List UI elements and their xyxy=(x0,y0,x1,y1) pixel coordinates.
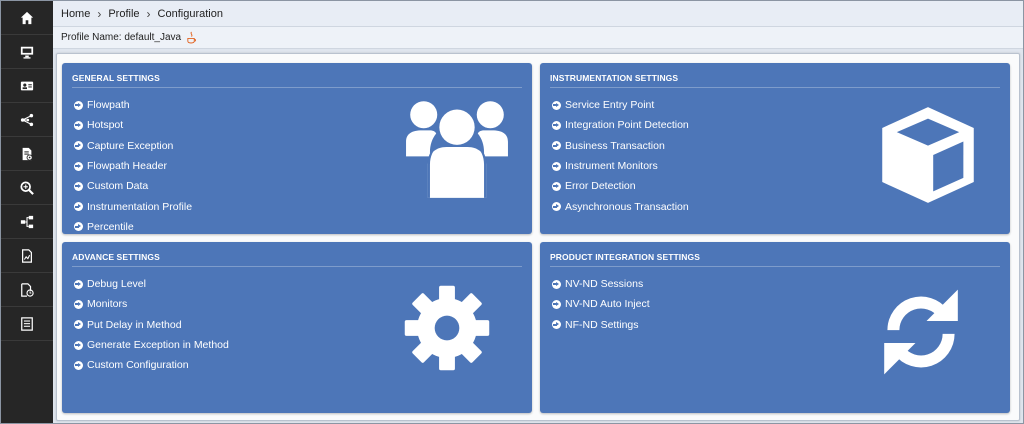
sidebar-item-id-card[interactable] xyxy=(1,69,53,103)
sidebar-item-file-clock[interactable] xyxy=(1,273,53,307)
network-icon xyxy=(20,113,34,127)
link-nf-nd-settings[interactable]: NF-ND Settings xyxy=(552,315,650,335)
general-settings-list: Flowpath Hotspot Capture Exception Flowp… xyxy=(74,95,192,237)
instrumentation-settings-title: INSTRUMENTATION SETTINGS xyxy=(550,73,1000,88)
document-list-icon xyxy=(20,316,34,331)
advance-settings-card: ADVANCE SETTINGS Debug Level Monitors Pu… xyxy=(62,242,532,413)
link-capture-exception[interactable]: Capture Exception xyxy=(74,136,192,156)
arrow-circle-right-icon xyxy=(74,279,83,289)
link-service-entry-point[interactable]: Service Entry Point xyxy=(552,95,689,115)
breadcrumb: Home › Profile › Configuration xyxy=(53,1,1023,27)
sidebar-item-report[interactable] xyxy=(1,239,53,273)
arrow-circle-right-icon xyxy=(552,202,561,212)
advance-settings-title: ADVANCE SETTINGS xyxy=(72,252,522,267)
monitor-icon xyxy=(20,45,34,59)
link-error-detection[interactable]: Error Detection xyxy=(552,176,689,196)
link-custom-configuration[interactable]: Custom Configuration xyxy=(74,355,229,375)
breadcrumb-home[interactable]: Home xyxy=(61,8,90,20)
arrow-circle-right-icon xyxy=(74,360,83,370)
cube-icon xyxy=(882,107,974,203)
link-flowpath-header[interactable]: Flowpath Header xyxy=(74,156,192,176)
file-clock-icon xyxy=(20,282,34,297)
product-integration-settings-card: PRODUCT INTEGRATION SETTINGS NV-ND Sessi… xyxy=(540,242,1010,413)
arrow-circle-right-icon xyxy=(74,320,83,330)
sidebar-item-network[interactable] xyxy=(1,103,53,137)
users-group-icon xyxy=(406,101,508,198)
instrumentation-settings-list: Service Entry Point Integration Point De… xyxy=(552,95,689,217)
search-zoom-icon xyxy=(20,180,34,195)
sidebar-item-document-list[interactable] xyxy=(1,307,53,341)
sidebar-item-home[interactable] xyxy=(1,1,53,35)
id-card-icon xyxy=(20,79,34,93)
link-custom-data[interactable]: Custom Data xyxy=(74,176,192,196)
breadcrumb-profile[interactable]: Profile xyxy=(108,8,139,20)
chevron-right-icon: › xyxy=(97,6,102,21)
profile-name-label: Profile Name: default_Java xyxy=(61,32,182,43)
arrow-circle-right-icon xyxy=(74,120,83,130)
arrow-circle-right-icon xyxy=(74,181,83,191)
home-icon xyxy=(20,11,34,25)
arrow-circle-right-icon xyxy=(552,120,561,130)
arrow-circle-right-icon xyxy=(74,340,83,350)
arrow-circle-right-icon xyxy=(74,222,83,232)
link-percentile[interactable]: Percentile xyxy=(74,217,192,237)
link-instrument-monitors[interactable]: Instrument Monitors xyxy=(552,156,689,176)
arrow-circle-right-icon xyxy=(552,141,561,151)
link-hotspot[interactable]: Hotspot xyxy=(74,115,192,135)
arrow-circle-right-icon xyxy=(74,202,83,212)
arrow-circle-right-icon xyxy=(74,141,83,151)
report-icon xyxy=(20,248,34,263)
instrumentation-settings-card: INSTRUMENTATION SETTINGS Service Entry P… xyxy=(540,63,1010,234)
link-nv-nd-sessions[interactable]: NV-ND Sessions xyxy=(552,274,650,294)
arrow-circle-right-icon xyxy=(552,279,561,289)
arrow-circle-right-icon xyxy=(552,100,561,110)
sidebar-item-sitemap[interactable] xyxy=(1,205,53,239)
arrow-circle-right-icon xyxy=(552,320,561,330)
link-nv-nd-auto-inject[interactable]: NV-ND Auto Inject xyxy=(552,294,650,314)
arrow-circle-right-icon xyxy=(552,181,561,191)
product-integration-settings-list: NV-ND Sessions NV-ND Auto Inject NF-ND S… xyxy=(552,274,650,335)
app-frame: Home › Profile › Configuration Profile N… xyxy=(0,0,1024,424)
link-monitors[interactable]: Monitors xyxy=(74,294,229,314)
general-settings-card: GENERAL SETTINGS Flowpath Hotspot Captur… xyxy=(62,63,532,234)
advance-settings-list: Debug Level Monitors Put Delay in Method… xyxy=(74,274,229,375)
java-icon xyxy=(186,31,197,44)
link-debug-level[interactable]: Debug Level xyxy=(74,274,229,294)
link-business-transaction[interactable]: Business Transaction xyxy=(552,136,689,156)
arrow-circle-right-icon xyxy=(552,299,561,309)
chevron-right-icon: › xyxy=(146,6,151,21)
link-instrumentation-profile[interactable]: Instrumentation Profile xyxy=(74,196,192,216)
arrow-circle-right-icon xyxy=(74,100,83,110)
sidebar-item-monitor[interactable] xyxy=(1,35,53,69)
file-settings-icon xyxy=(20,147,34,161)
breadcrumb-configuration: Configuration xyxy=(157,7,223,20)
gear-icon xyxy=(404,285,490,371)
arrow-circle-right-icon xyxy=(552,161,561,171)
arrow-circle-right-icon xyxy=(74,161,83,171)
main-panel: GENERAL SETTINGS Flowpath Hotspot Captur… xyxy=(56,53,1020,421)
product-integration-settings-title: PRODUCT INTEGRATION SETTINGS xyxy=(550,252,1000,267)
sync-icon xyxy=(884,289,958,375)
link-asynchronous-transaction[interactable]: Asynchronous Transaction xyxy=(552,196,689,216)
general-settings-title: GENERAL SETTINGS xyxy=(72,73,522,88)
link-integration-point-detection[interactable]: Integration Point Detection xyxy=(552,115,689,135)
sitemap-icon xyxy=(20,215,34,229)
link-flowpath[interactable]: Flowpath xyxy=(74,95,192,115)
link-generate-exception-in-method[interactable]: Generate Exception in Method xyxy=(74,335,229,355)
arrow-circle-right-icon xyxy=(74,299,83,309)
sidebar-item-search[interactable] xyxy=(1,171,53,205)
link-put-delay-in-method[interactable]: Put Delay in Method xyxy=(74,315,229,335)
sidebar-item-file-settings[interactable] xyxy=(1,137,53,171)
sidebar xyxy=(1,1,53,423)
profile-bar: Profile Name: default_Java xyxy=(53,27,1023,49)
